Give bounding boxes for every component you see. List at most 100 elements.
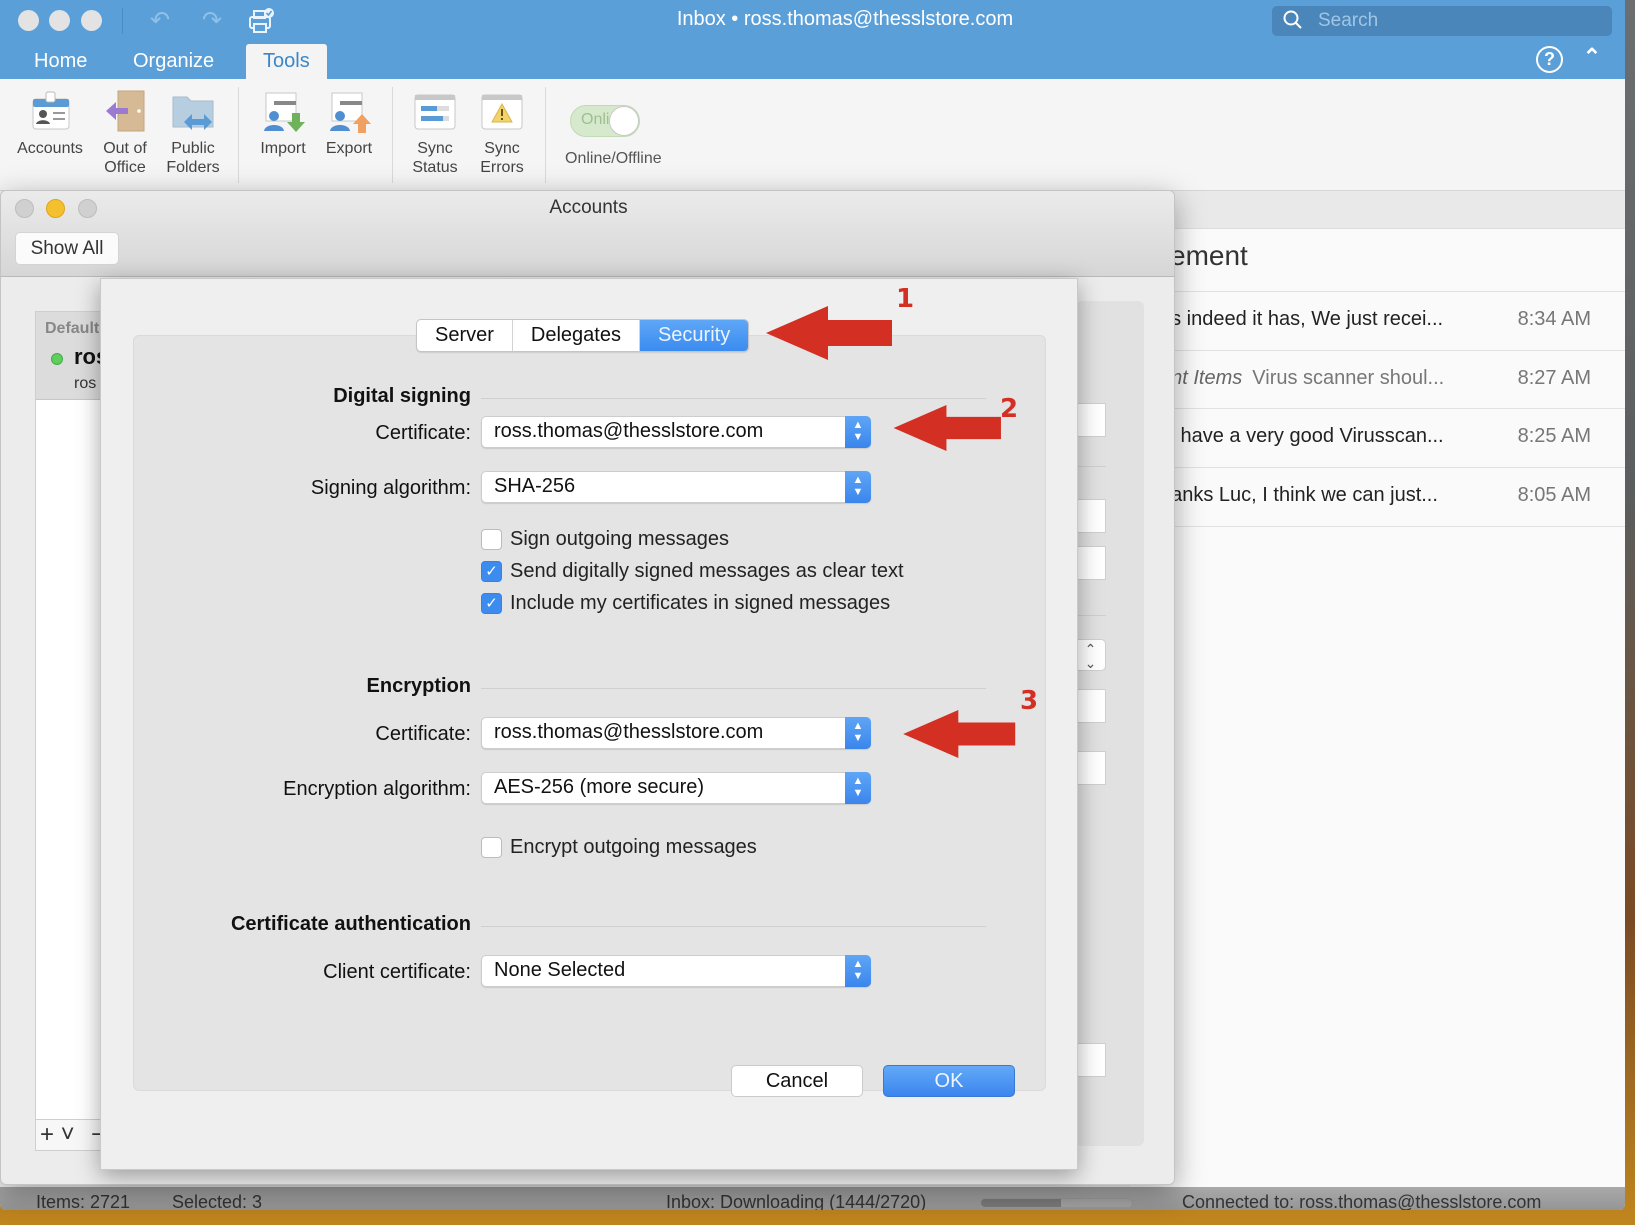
tab-delegates[interactable]: Delegates (513, 320, 640, 351)
items-count: Items: 2721 (36, 1192, 131, 1210)
export-button[interactable]: Export (318, 89, 380, 158)
encryption-certificate-label: Certificate: (375, 723, 471, 745)
chevron-up-down-icon: ▲ ▼ (845, 471, 871, 503)
signing-certificate-select[interactable]: ross.thomas@thesslstore.com ▲ ▼ (481, 416, 871, 448)
search-box[interactable] (1272, 6, 1612, 36)
sync-status-button[interactable]: Sync Status (405, 89, 465, 177)
message-list-title: ement (1170, 240, 1248, 271)
toolbar-separator (122, 8, 123, 34)
tab-security[interactable]: Security (639, 320, 749, 351)
close-window-button[interactable] (18, 10, 39, 31)
accounts-window-title: Accounts (549, 197, 628, 218)
search-input[interactable] (1316, 6, 1596, 36)
clear-text-checkbox[interactable]: ✓ (481, 560, 502, 582)
status-bar: Items: 2721 Selected: 3 Inbox: Downloadi… (0, 1187, 1625, 1210)
redo-icon[interactable]: ↷ (197, 6, 227, 36)
section-divider (481, 688, 986, 689)
signing-algorithm-select[interactable]: SHA-256 ▲ ▼ (481, 471, 871, 503)
sign-outgoing-checkbox-row[interactable]: Sign outgoing messages (481, 526, 729, 552)
message-time: 8:34 AM (1517, 308, 1591, 330)
tab-home[interactable]: Home (17, 44, 104, 79)
message-time: 8:27 AM (1517, 367, 1591, 389)
tab-organize[interactable]: Organize (116, 44, 231, 79)
sync-status-label-line1: Sync (417, 140, 453, 157)
chevron-up-down-icon: ▲ ▼ (845, 955, 871, 987)
search-icon (1282, 8, 1304, 32)
encrypt-outgoing-checkbox-row[interactable]: Encrypt outgoing messages (481, 834, 757, 860)
account-field[interactable] (1076, 751, 1106, 785)
certificate-authentication-heading: Certificate authentication (230, 913, 471, 935)
message-preview: es indeed it has, We just recei... (1160, 308, 1444, 330)
ok-button[interactable]: OK (883, 1065, 1015, 1097)
encryption-certificate-select[interactable]: ross.thomas@thesslstore.com ▲ ▼ (481, 717, 871, 749)
message-preview: Virus scanner shoul... (1252, 367, 1445, 389)
encryption-algorithm-select[interactable]: AES-256 (more secure) ▲ ▼ (481, 772, 871, 804)
message-row[interactable]: ent Items Virus scanner shoul... 8:27 AM (1160, 351, 1625, 409)
clear-text-checkbox-row[interactable]: ✓ Send digitally signed messages as clea… (481, 558, 904, 584)
selected-count: Selected: 3 (172, 1192, 263, 1210)
accounts-button[interactable]: Accounts (12, 89, 88, 158)
print-icon[interactable] (246, 6, 276, 36)
account-popup-stepper[interactable]: ⌃ ⌄ (1076, 639, 1106, 671)
signing-algorithm-value: SHA-256 (494, 475, 576, 497)
add-account-button[interactable]: + ˅ (40, 1122, 75, 1148)
import-button[interactable]: Import (253, 89, 313, 158)
digital-signing-heading: Digital signing (333, 385, 471, 407)
clear-text-label: Send digitally signed messages as clear … (510, 559, 904, 582)
chevron-up-down-icon: ▲ ▼ (845, 772, 871, 804)
signing-certificate-value: ross.thomas@thesslstore.com (494, 420, 764, 442)
sync-errors-label-line2: Errors (480, 159, 524, 176)
account-field[interactable] (1076, 403, 1106, 437)
message-preview: hanks Luc, I think we can just... (1160, 484, 1438, 506)
chevron-up-down-icon: ▲ ▼ (845, 717, 871, 749)
public-folders-button[interactable]: Public Folders (160, 89, 226, 177)
message-row[interactable]: 'e have a very good Virusscan... 8:25 AM (1160, 409, 1625, 467)
sync-errors-label-line1: Sync (484, 140, 520, 157)
online-offline-caption: Online/Offline (565, 150, 662, 167)
sync-status-icon (412, 89, 458, 135)
minimize-window-button[interactable] (49, 10, 70, 31)
public-folders-label-line2: Folders (166, 159, 220, 176)
message-row[interactable]: es indeed it has, We just recei... 8:34 … (1160, 292, 1625, 350)
signing-certificate-label: Certificate: (375, 422, 471, 444)
default-account-label: Default (45, 320, 100, 337)
encrypt-outgoing-label: Encrypt outgoing messages (510, 835, 757, 858)
message-preview: 'e have a very good Virusscan... (1160, 425, 1444, 447)
download-progress-fill (981, 1199, 1062, 1207)
signing-algorithm-label: Signing algorithm: (310, 477, 471, 499)
show-all-button[interactable]: Show All (15, 232, 119, 265)
account-list-item[interactable]: Default ros ros (36, 312, 108, 400)
ribbon-separator (238, 87, 239, 183)
undo-icon[interactable]: ↶ (145, 6, 175, 36)
sync-errors-button[interactable]: Sync Errors (472, 89, 532, 177)
out-of-office-button[interactable]: Out of Office (95, 89, 155, 177)
account-field[interactable] (1076, 499, 1106, 533)
export-label: Export (325, 140, 373, 157)
client-certificate-select[interactable]: None Selected ▲ ▼ (481, 955, 871, 987)
sign-outgoing-label: Sign outgoing messages (510, 527, 730, 550)
tab-server[interactable]: Server (417, 320, 513, 351)
account-add-remove-bar: + ˅ − (35, 1119, 105, 1151)
message-preview-line: ent Items Virus scanner shoul... (1160, 367, 1444, 390)
sign-outgoing-checkbox[interactable] (481, 528, 502, 550)
message-time: 8:25 AM (1517, 425, 1591, 447)
online-offline-toggle[interactable]: Online (570, 105, 640, 137)
message-row[interactable]: hanks Luc, I think we can just... 8:05 A… (1160, 468, 1625, 526)
ribbon-separator (392, 87, 393, 183)
out-of-office-label-line2: Office (104, 159, 146, 176)
help-icon[interactable]: ? (1536, 46, 1563, 73)
section-divider (481, 926, 986, 927)
cancel-button[interactable]: Cancel (731, 1065, 863, 1097)
client-certificate-value: None Selected (494, 959, 626, 981)
include-certificates-checkbox-row[interactable]: ✓ Include my certificates in signed mess… (481, 590, 890, 616)
download-progress-bar (980, 1198, 1133, 1208)
include-certificates-checkbox[interactable]: ✓ (481, 592, 502, 614)
account-field[interactable] (1076, 689, 1106, 723)
tab-tools[interactable]: Tools (246, 44, 327, 79)
account-field[interactable] (1076, 546, 1106, 580)
account-field[interactable] (1076, 1043, 1106, 1077)
divider (1076, 466, 1106, 467)
zoom-window-button[interactable] (81, 10, 102, 31)
encrypt-outgoing-checkbox[interactable] (481, 836, 502, 858)
collapse-ribbon-icon[interactable]: ⌃ (1580, 44, 1604, 70)
